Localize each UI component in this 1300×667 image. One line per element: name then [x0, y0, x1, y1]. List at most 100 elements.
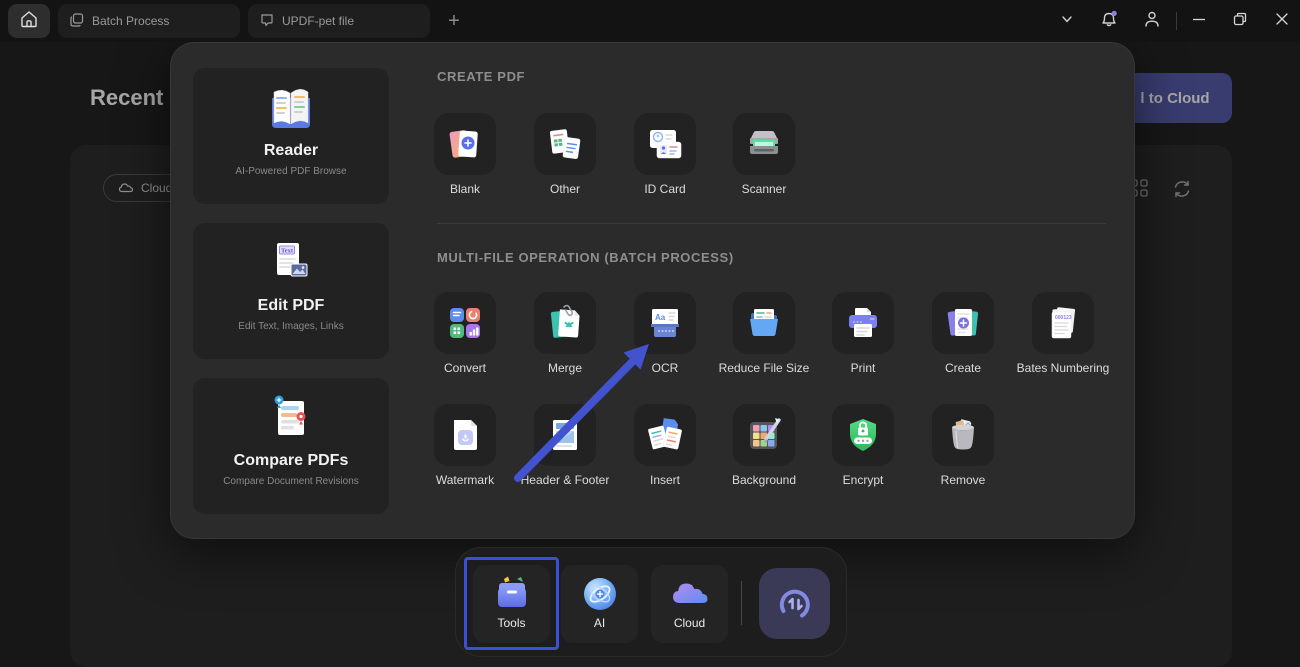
- new-tab-button[interactable]: +: [443, 10, 465, 32]
- notifications-button[interactable]: [1098, 10, 1120, 32]
- tile-label: Blank: [450, 182, 480, 196]
- tab-label: Batch Process: [92, 14, 169, 28]
- tool-tile-merge[interactable]: Merge: [515, 292, 615, 375]
- merge-icon: [534, 292, 596, 354]
- compare-pdfs-icon: [264, 394, 318, 444]
- reader-book-icon: [264, 84, 318, 134]
- minimize-button[interactable]: [1188, 10, 1210, 32]
- reduce-file-size-icon: [733, 292, 795, 354]
- tool-tile-other[interactable]: Other: [515, 113, 615, 196]
- background-icon: [733, 404, 795, 466]
- tile-label: ID Card: [644, 182, 685, 196]
- tool-tile-create[interactable]: Create: [913, 292, 1013, 375]
- section-divider: [437, 223, 1106, 224]
- chevron-down-icon: [1060, 12, 1074, 31]
- account-button[interactable]: [1141, 10, 1163, 32]
- minimize-icon: [1191, 11, 1207, 32]
- titlebar-separator: [1176, 12, 1177, 30]
- ai-icon: [580, 575, 620, 613]
- dock-ai-button[interactable]: AI: [561, 565, 638, 643]
- tool-tile-encrypt[interactable]: Encrypt: [813, 404, 913, 487]
- tool-tile-blank[interactable]: Blank: [415, 113, 515, 196]
- tile-label: Header & Footer: [521, 473, 610, 487]
- dock-separator: [741, 581, 742, 625]
- refresh-button[interactable]: [1170, 177, 1194, 206]
- card-title: Edit PDF: [258, 297, 325, 315]
- refresh-icon: [1170, 188, 1194, 205]
- tile-label: Encrypt: [843, 473, 884, 487]
- card-title: Reader: [264, 142, 318, 160]
- tool-tile-header-footer[interactable]: Header & Footer: [515, 404, 615, 487]
- remove-icon: [932, 404, 994, 466]
- tool-tile-convert[interactable]: Convert: [415, 292, 515, 375]
- svg-text:Text: Text: [281, 248, 294, 255]
- bell-icon: [1098, 8, 1120, 35]
- dock-label: Cloud: [674, 616, 705, 630]
- cloud-icon: [118, 181, 134, 196]
- tile-label: OCR: [652, 361, 679, 375]
- dock-cloud-button[interactable]: Cloud: [651, 565, 728, 643]
- card-title: Compare PDFs: [234, 452, 349, 470]
- tab-label: UPDF-pet file: [282, 14, 354, 28]
- tools-icon: [492, 575, 532, 613]
- insert-icon: [634, 404, 696, 466]
- tool-tile-bates-numbering[interactable]: 000123 Bates Numbering: [1013, 292, 1113, 375]
- tile-label: Bates Numbering: [1017, 361, 1110, 375]
- tool-tile-background[interactable]: Background: [714, 404, 814, 487]
- home-button[interactable]: [8, 4, 50, 38]
- print-icon: [832, 292, 894, 354]
- sync-icon: [769, 578, 821, 630]
- tile-label: Watermark: [436, 473, 494, 487]
- tool-tile-scanner[interactable]: Scanner: [714, 113, 814, 196]
- restore-icon: [1232, 11, 1248, 32]
- tile-label: Remove: [941, 473, 986, 487]
- tile-label: Print: [851, 361, 876, 375]
- tool-tile-print[interactable]: Print: [813, 292, 913, 375]
- encrypt-icon: [832, 404, 894, 466]
- user-icon: [1142, 9, 1162, 34]
- batch-process-icon: [70, 13, 84, 30]
- tool-tile-watermark[interactable]: Watermark: [415, 404, 515, 487]
- cloud-filter-label: Cloud: [141, 181, 172, 195]
- tool-tile-insert[interactable]: Insert: [615, 404, 715, 487]
- tab-batch-process[interactable]: Batch Process: [58, 4, 240, 38]
- tile-label: Merge: [548, 361, 582, 375]
- tool-tile-reduce-file-size[interactable]: Reduce File Size: [714, 292, 814, 375]
- close-button[interactable]: [1271, 10, 1293, 32]
- tile-label: Reduce File Size: [719, 361, 810, 375]
- convert-icon: [434, 292, 496, 354]
- scanner-icon: [733, 113, 795, 175]
- window-dropdown-button[interactable]: [1056, 10, 1078, 32]
- create-icon: [932, 292, 994, 354]
- close-icon: [1274, 11, 1290, 32]
- reader-card[interactable]: Reader AI-Powered PDF Browse: [193, 68, 389, 204]
- dock-label: Tools: [497, 616, 525, 630]
- card-subtitle: AI-Powered PDF Browse: [235, 166, 346, 177]
- restore-button[interactable]: [1229, 10, 1251, 32]
- bottom-dock: Tools AI Cloud: [455, 547, 847, 657]
- tile-label: Create: [945, 361, 981, 375]
- svg-text:Aa: Aa: [655, 313, 666, 322]
- tool-tile-remove[interactable]: Remove: [913, 404, 1013, 487]
- upload-to-cloud-button[interactable]: l to Cloud: [1118, 73, 1232, 123]
- tools-menu-popup: Reader AI-Powered PDF Browse Text Edit P…: [170, 42, 1135, 539]
- tile-label: Other: [550, 182, 580, 196]
- compare-pdfs-card[interactable]: Compare PDFs Compare Document Revisions: [193, 378, 389, 514]
- edit-pdf-card[interactable]: Text Edit PDF Edit Text, Images, Links: [193, 223, 389, 359]
- cloud-icon: [668, 575, 712, 613]
- tool-tile-ocr[interactable]: Aa OCR: [615, 292, 715, 375]
- edit-pdf-icon: Text: [264, 239, 318, 289]
- tab-updf-pet-file[interactable]: UPDF-pet file: [248, 4, 430, 38]
- dock-sync-button[interactable]: [759, 568, 830, 639]
- ocr-icon: Aa: [634, 292, 696, 354]
- tool-tile-id-card[interactable]: ID Card: [615, 113, 715, 196]
- tile-label: Convert: [444, 361, 486, 375]
- svg-text:000123: 000123: [1055, 315, 1072, 321]
- bates-numbering-icon: 000123: [1032, 292, 1094, 354]
- header-footer-icon: [534, 404, 596, 466]
- recent-heading: Recent: [90, 85, 163, 111]
- blank-icon: [434, 113, 496, 175]
- id-card-icon: [634, 113, 696, 175]
- dock-tools-button[interactable]: Tools: [473, 565, 550, 643]
- app-window: Batch Process UPDF-pet file +: [0, 0, 1300, 667]
